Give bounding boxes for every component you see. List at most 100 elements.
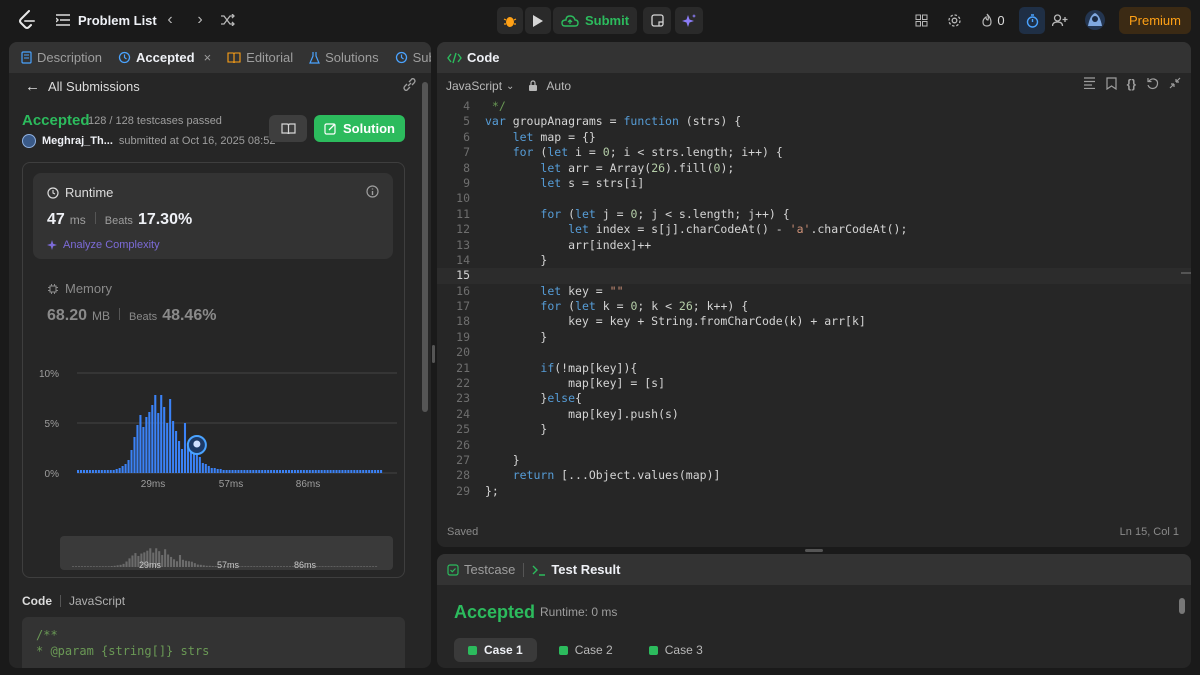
code-line[interactable]: 25 } <box>437 422 1191 437</box>
distribution-bar[interactable] <box>290 470 293 473</box>
distribution-bar[interactable] <box>305 470 308 473</box>
debug-button[interactable] <box>497 7 523 34</box>
distribution-bar[interactable] <box>133 437 136 473</box>
distribution-bar[interactable] <box>308 470 311 473</box>
distribution-bar[interactable] <box>287 470 291 473</box>
distribution-bar[interactable] <box>154 395 157 473</box>
distribution-bar[interactable] <box>299 470 302 473</box>
auto-mode-label[interactable]: Auto <box>546 79 571 93</box>
distribution-bar[interactable] <box>329 470 332 473</box>
code-line[interactable]: 8 let arr = Array(26).fill(0); <box>437 161 1191 176</box>
reset-icon[interactable] <box>1146 77 1159 93</box>
distribution-bar[interactable] <box>172 421 175 473</box>
distribution-bar[interactable] <box>180 449 184 473</box>
distribution-bar[interactable] <box>368 470 371 473</box>
problem-list-button[interactable]: Problem List <box>56 0 157 40</box>
tab-description[interactable]: Description <box>9 42 110 73</box>
code-line[interactable]: 17 for (let k = 0; k < 26; k++) { <box>437 299 1191 314</box>
distribution-bar[interactable] <box>109 470 112 473</box>
distribution-bar[interactable] <box>136 425 139 473</box>
leetcode-logo-icon[interactable] <box>14 0 40 40</box>
distribution-bar[interactable] <box>142 427 145 473</box>
code-line[interactable]: 23 }else{ <box>437 391 1191 406</box>
tab-solutions[interactable]: Solutions <box>301 42 386 73</box>
tab-test-result[interactable]: Test Result <box>524 554 628 585</box>
distribution-bar[interactable] <box>204 464 207 473</box>
post-solution-button[interactable]: Solution <box>314 115 405 142</box>
distribution-bar[interactable] <box>85 470 88 473</box>
distribution-bar[interactable] <box>228 470 231 473</box>
tab-editorial[interactable]: Editorial <box>219 42 301 73</box>
runtime-card[interactable]: Runtime 47 ms Beats 17.30% Analyze Compl… <box>33 173 393 259</box>
distribution-bar[interactable] <box>163 407 166 473</box>
close-tab-icon[interactable]: × <box>204 50 212 65</box>
distribution-bar[interactable] <box>160 395 163 473</box>
distribution-bar[interactable] <box>148 412 151 473</box>
distribution-bar[interactable] <box>284 470 288 473</box>
distribution-bar[interactable] <box>234 470 237 473</box>
distribution-bar[interactable] <box>323 470 326 473</box>
code-line[interactable]: 20 <box>437 345 1191 360</box>
distribution-bar[interactable] <box>151 405 154 473</box>
code-line[interactable]: 24 map[key].push(s) <box>437 407 1191 422</box>
distribution-bar[interactable] <box>350 470 353 473</box>
premium-button[interactable]: Premium <box>1119 7 1191 34</box>
timer-button[interactable] <box>1019 7 1045 34</box>
distribution-bar[interactable] <box>175 431 178 473</box>
distribution-bar[interactable] <box>130 450 133 473</box>
distribution-bar[interactable] <box>169 399 172 473</box>
distribution-bar[interactable] <box>210 468 213 473</box>
distribution-bar[interactable] <box>91 470 94 473</box>
distribution-bar[interactable] <box>276 470 279 473</box>
invite-user-button[interactable] <box>1048 0 1072 40</box>
distribution-bar[interactable] <box>338 470 341 473</box>
distribution-bar[interactable] <box>258 470 261 473</box>
distribution-bar[interactable] <box>225 470 228 473</box>
settings-button[interactable] <box>943 0 965 40</box>
ai-assistant-button[interactable] <box>675 7 703 34</box>
code-line[interactable]: 16 let key = "" <box>437 284 1191 299</box>
code-line[interactable]: 28 return [...Object.values(map)] <box>437 468 1191 483</box>
distribution-bar[interactable] <box>380 470 383 473</box>
code-line[interactable]: 10 <box>437 191 1191 206</box>
author-name[interactable]: Meghraj_Th... <box>42 135 113 147</box>
tab-testcase[interactable]: Testcase <box>437 554 523 585</box>
code-line[interactable]: 22 map[key] = [s] <box>437 376 1191 391</box>
distribution-bar[interactable] <box>296 470 299 473</box>
code-line[interactable]: 7 for (let i = 0; i < strs.length; i++) … <box>437 145 1191 160</box>
user-avatar[interactable] <box>1083 0 1107 40</box>
run-button[interactable] <box>525 7 551 34</box>
distribution-bar[interactable] <box>127 460 130 473</box>
runtime-distribution-chart[interactable]: 10% 5% 0% 29ms 57ms 86ms <box>23 359 406 529</box>
distribution-bar[interactable] <box>97 470 100 473</box>
case-tab-1[interactable]: Case 1 <box>454 638 537 662</box>
distribution-bar[interactable] <box>79 470 83 473</box>
left-scrollbar[interactable] <box>422 82 428 412</box>
distribution-bar[interactable] <box>121 466 124 473</box>
distribution-bar[interactable] <box>88 470 91 473</box>
distribution-bar[interactable] <box>270 470 273 473</box>
distribution-bar[interactable] <box>264 470 267 473</box>
code-line[interactable]: 19 } <box>437 330 1191 345</box>
memory-header[interactable]: Memory <box>47 281 112 296</box>
distribution-bar[interactable] <box>94 470 97 473</box>
distribution-bar[interactable] <box>198 457 201 473</box>
distribution-bar[interactable] <box>311 470 314 473</box>
code-line[interactable]: 18 key = key + String.fromCharCode(k) + … <box>437 314 1191 329</box>
distribution-bar[interactable] <box>356 470 359 473</box>
distribution-bar[interactable] <box>243 470 246 473</box>
tab-accepted[interactable]: Accepted × <box>110 42 219 73</box>
distribution-bar[interactable] <box>106 470 109 473</box>
tab-submissions[interactable]: Subm <box>387 42 431 73</box>
distribution-bar[interactable] <box>281 470 285 473</box>
chart-range-selector[interactable]: 29ms 57ms 86ms <box>60 536 393 570</box>
editorial-button[interactable] <box>269 115 307 142</box>
distribution-bar[interactable] <box>82 470 86 473</box>
distribution-bar[interactable] <box>231 470 234 473</box>
distribution-bar[interactable] <box>279 470 282 473</box>
prev-problem-button[interactable]: ‹ <box>158 0 182 40</box>
info-icon[interactable] <box>366 185 379 201</box>
code-line[interactable]: 13 arr[index]++ <box>437 238 1191 253</box>
submit-button[interactable]: Submit <box>553 7 637 34</box>
all-submissions-link[interactable]: ← All Submissions <box>25 77 140 95</box>
